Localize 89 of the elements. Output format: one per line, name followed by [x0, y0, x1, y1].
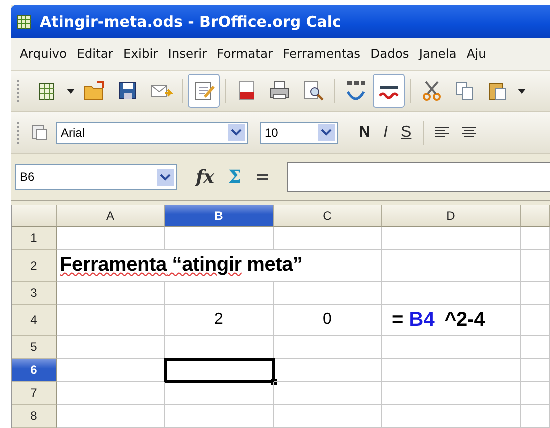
column-header[interactable]: C	[274, 205, 382, 227]
table-cell[interactable]	[165, 227, 274, 250]
table-cell[interactable]	[274, 227, 382, 250]
menu-item[interactable]: Arquivo	[15, 47, 72, 61]
caret-icon[interactable]	[518, 88, 526, 94]
bold-button[interactable]: N	[353, 124, 377, 142]
table-cell[interactable]	[521, 382, 550, 405]
table-cell[interactable]	[521, 405, 550, 428]
spellcheck-icon	[344, 79, 368, 103]
table-cell[interactable]	[382, 405, 521, 428]
cell-title-text: Ferramenta “atingir meta”	[59, 254, 303, 277]
dropdown-icon[interactable]	[157, 168, 174, 186]
menu-item[interactable]: Dados	[366, 47, 414, 61]
dropdown-icon[interactable]	[228, 124, 245, 141]
row-header[interactable]: 3	[12, 282, 57, 305]
scissors-icon	[420, 79, 444, 103]
dropdown-icon[interactable]	[318, 124, 335, 141]
table-cell[interactable]	[521, 282, 550, 305]
row-header[interactable]: 8	[12, 405, 57, 428]
table-cell[interactable]: Ferramenta “atingir meta”	[57, 250, 382, 282]
column-header[interactable]	[521, 205, 550, 227]
cell-value: 0	[323, 311, 332, 329]
menu-item[interactable]: Aju	[462, 47, 492, 61]
table-cell[interactable]	[165, 382, 274, 405]
formula-input[interactable]	[287, 162, 550, 192]
formula-text: = B4 ^2-4	[391, 308, 486, 332]
font-size-field[interactable]: 10	[265, 126, 278, 140]
table-cell[interactable]	[521, 305, 550, 336]
italic-button[interactable]: I	[378, 124, 394, 142]
row-header[interactable]: 2	[12, 250, 57, 282]
row-header[interactable]: 5	[12, 336, 57, 359]
table-cell[interactable]	[274, 336, 382, 359]
menu-item[interactable]: Exibir	[118, 47, 164, 61]
menu-item[interactable]: Janela	[414, 47, 462, 61]
cell-value: 2	[214, 311, 224, 329]
column-header[interactable]: A	[57, 205, 165, 227]
table-cell[interactable]	[57, 336, 165, 359]
table-cell[interactable]	[521, 359, 550, 382]
table-cell[interactable]	[382, 382, 521, 405]
spreadsheet-icon	[16, 12, 34, 30]
table-cell[interactable]: = B4 ^2-4	[382, 305, 521, 336]
table-cell[interactable]	[274, 282, 382, 305]
table-cell[interactable]	[165, 282, 274, 305]
column-header[interactable]: D	[382, 205, 521, 227]
table-cell[interactable]	[521, 250, 550, 282]
folder-icon	[83, 79, 107, 103]
table-cell[interactable]	[382, 250, 521, 282]
table-cell[interactable]	[274, 405, 382, 428]
table-cell[interactable]	[382, 359, 521, 382]
menu-item[interactable]: Inserir	[163, 47, 212, 61]
table-cell[interactable]	[382, 336, 521, 359]
corner-header[interactable]	[12, 205, 57, 227]
menu-item[interactable]: Ferramentas	[278, 47, 366, 61]
menu-item[interactable]: Editar	[72, 47, 118, 61]
table-cell[interactable]	[57, 227, 165, 250]
edit-mode-button[interactable]	[188, 74, 220, 108]
selected-cell[interactable]	[164, 358, 275, 383]
function-button[interactable]: =	[250, 166, 276, 188]
table-cell[interactable]	[521, 336, 550, 359]
table-cell[interactable]	[382, 282, 521, 305]
table-cell[interactable]	[57, 382, 165, 405]
align-left-icon[interactable]	[434, 126, 450, 140]
toolbar-grip[interactable]	[17, 122, 22, 144]
autospell-button[interactable]	[373, 74, 405, 108]
window-title: Atingir-meta.ods - BrOffice.org Calc	[40, 12, 342, 30]
table-cell[interactable]	[57, 305, 165, 336]
styles-icon[interactable]	[31, 124, 49, 142]
menu-item[interactable]: Formatar	[212, 47, 278, 61]
table-cell[interactable]	[165, 405, 274, 428]
row-header[interactable]: 1	[12, 227, 57, 250]
table-cell[interactable]	[521, 227, 550, 250]
table-cell[interactable]	[57, 282, 165, 305]
name-box[interactable]: B6	[20, 170, 35, 184]
font-name-field[interactable]: Arial	[61, 126, 86, 140]
align-center-icon[interactable]	[460, 126, 477, 140]
underline-button[interactable]: S	[395, 124, 418, 142]
table-cell[interactable]: 0	[274, 305, 382, 336]
row-header[interactable]: 6	[12, 359, 57, 382]
table-cell[interactable]: 2	[165, 305, 274, 336]
table-cell[interactable]	[382, 227, 521, 250]
table-cell[interactable]	[274, 382, 382, 405]
row-header[interactable]: 7	[12, 382, 57, 405]
caret-icon[interactable]	[67, 88, 75, 94]
column-header[interactable]: B	[165, 205, 274, 227]
row-header[interactable]: 4	[12, 305, 57, 336]
table-cell[interactable]	[57, 405, 165, 428]
table-cell[interactable]	[274, 359, 382, 382]
function-wizard-button[interactable]: fx	[191, 166, 220, 188]
toolbar-grip[interactable]	[17, 80, 22, 102]
